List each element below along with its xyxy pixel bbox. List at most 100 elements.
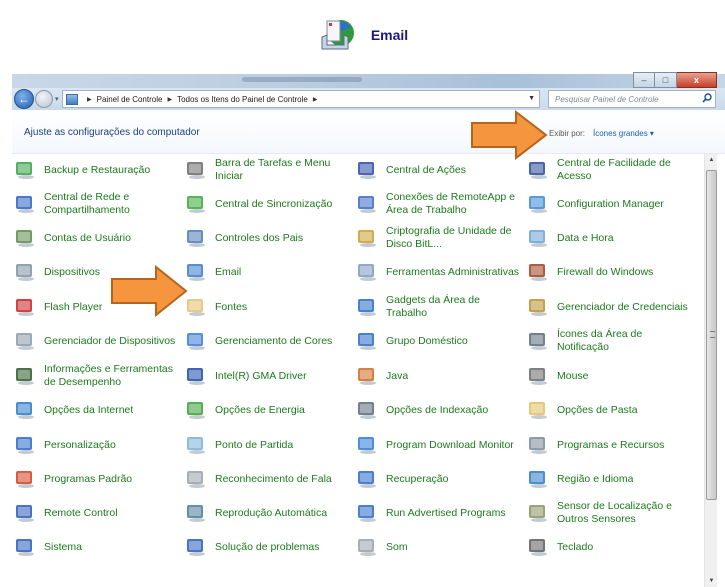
minimize-button[interactable]: – bbox=[633, 72, 655, 88]
chevron-right-icon[interactable]: ▶ bbox=[167, 96, 172, 103]
control-panel-item[interactable]: Opções de Energia bbox=[181, 393, 351, 427]
control-panel-item[interactable]: Controles dos Pais bbox=[181, 221, 351, 255]
control-panel-item[interactable]: Central de Facilidade de Acesso bbox=[523, 153, 693, 187]
control-panel-item[interactable]: Personalização bbox=[10, 428, 180, 462]
breadcrumb-control-panel[interactable]: Painel de Controle bbox=[97, 95, 163, 104]
taskbar-icon bbox=[185, 159, 207, 181]
scroll-down-button[interactable]: ▼ bbox=[705, 575, 718, 587]
control-panel-item-label: Programas e Recursos bbox=[557, 438, 665, 451]
recent-pages-dropdown[interactable]: ▾ bbox=[55, 95, 59, 103]
control-panel-item[interactable]: Backup e Restauração bbox=[10, 153, 180, 187]
control-panel-item[interactable]: Ícones da Área de Notificação bbox=[523, 324, 693, 358]
control-panel-item[interactable]: Recuperação bbox=[352, 462, 522, 496]
control-panel-item[interactable]: Ponto de Partida bbox=[181, 428, 351, 462]
control-panel-item[interactable]: Solução de problemas bbox=[181, 530, 351, 564]
control-panel-item[interactable]: Som bbox=[352, 530, 522, 564]
control-panel-item-label: Java bbox=[386, 369, 409, 382]
heading-title: Email bbox=[370, 27, 409, 43]
control-panel-item[interactable]: Opções de Indexação bbox=[352, 393, 522, 427]
network-icon bbox=[14, 193, 36, 215]
scroll-thumb[interactable] bbox=[706, 170, 717, 500]
control-panel-item[interactable]: Mouse bbox=[523, 359, 693, 393]
control-panel-item[interactable]: Intel(R) GMA Driver bbox=[181, 359, 351, 393]
recovery-icon bbox=[356, 468, 378, 490]
control-panel-item-label: Gerenciador de Dispositivos bbox=[44, 334, 176, 347]
control-panel-item[interactable]: Opções de Pasta bbox=[523, 393, 693, 427]
keyboard-icon bbox=[527, 536, 549, 558]
vertical-scrollbar[interactable]: ▲ ▼ bbox=[704, 154, 717, 587]
control-panel-item[interactable]: Central de Sincronização bbox=[181, 187, 351, 221]
control-panel-item[interactable]: Data e Hora bbox=[523, 221, 693, 255]
control-panel-item-label: Fontes bbox=[215, 300, 248, 313]
control-panel-item[interactable]: Conexões de RemoteApp e Área de Trabalho bbox=[352, 187, 522, 221]
address-dropdown-icon[interactable]: ▼ bbox=[528, 95, 535, 102]
control-panel-item[interactable]: Região e Idioma bbox=[523, 462, 693, 496]
control-panel-item[interactable]: Sistema bbox=[10, 530, 180, 564]
control-panel-item[interactable]: Firewall do Windows bbox=[523, 255, 693, 289]
control-panel-item[interactable]: Java bbox=[352, 359, 522, 393]
chevron-right-icon[interactable]: ▶ bbox=[87, 96, 92, 103]
control-panel-item-label: Backup e Restauração bbox=[44, 163, 151, 176]
control-panel-item[interactable]: Teclado bbox=[523, 530, 693, 564]
control-panel-item-label: Som bbox=[386, 540, 408, 553]
control-panel-item[interactable]: Configuration Manager bbox=[523, 187, 693, 221]
control-panel-item-label: Central de Ações bbox=[386, 163, 466, 176]
maximize-button[interactable]: □ bbox=[655, 72, 677, 88]
control-panel-item[interactable]: Reconhecimento de Fala bbox=[181, 462, 351, 496]
control-panel-item[interactable]: Fontes bbox=[181, 290, 351, 324]
search-icon[interactable] bbox=[702, 93, 712, 103]
internet-options-icon bbox=[14, 399, 36, 421]
system-icon bbox=[14, 536, 36, 558]
control-panel-item-label: Conexões de RemoteApp e Área de Trabalho bbox=[386, 191, 515, 216]
control-panel-item[interactable]: Gerenciador de Credenciais bbox=[523, 290, 693, 324]
control-panel-item-label: Ponto de Partida bbox=[215, 438, 294, 451]
control-panel-item[interactable]: Email bbox=[181, 255, 351, 289]
title-bar[interactable]: – □ x bbox=[12, 72, 725, 88]
control-panel-item[interactable]: Central de Rede e Compartilhamento bbox=[10, 187, 180, 221]
control-panel-item[interactable]: Run Advertised Programs bbox=[352, 496, 522, 530]
fonts-icon bbox=[185, 296, 207, 318]
control-panel-item[interactable]: Gerenciamento de Cores bbox=[181, 324, 351, 358]
backup-icon bbox=[14, 159, 36, 181]
forward-button[interactable] bbox=[35, 90, 53, 108]
control-panel-item[interactable]: Gadgets da Área de Trabalho bbox=[352, 290, 522, 324]
scroll-up-button[interactable]: ▲ bbox=[705, 154, 718, 166]
control-panel-item-label: Opções de Energia bbox=[215, 403, 305, 416]
search-input[interactable]: Pesquisar Painel de Controle bbox=[548, 90, 716, 108]
control-panel-item[interactable]: Informações e Ferramentas de Desempenho bbox=[10, 359, 180, 393]
annotation-arrow-email bbox=[111, 265, 188, 317]
indexing-icon bbox=[356, 399, 378, 421]
control-panel-item[interactable]: Ferramentas Administrativas bbox=[352, 255, 522, 289]
page-title: Ajuste as configurações do computador bbox=[24, 127, 200, 138]
control-panel-item[interactable]: Programas Padrão bbox=[10, 462, 180, 496]
breadcrumb-all-items[interactable]: Todos os Itens do Painel de Controle bbox=[177, 95, 308, 104]
intel-icon bbox=[185, 365, 207, 387]
control-panel-icon bbox=[66, 93, 78, 105]
control-panel-item-label: Ferramentas Administrativas bbox=[386, 265, 520, 278]
control-panel-item[interactable]: Barra de Tarefas e Menu Iniciar bbox=[181, 153, 351, 187]
close-button[interactable]: x bbox=[677, 72, 717, 88]
control-panel-item-label: Central de Facilidade de Acesso bbox=[557, 157, 671, 182]
accessibility-icon bbox=[527, 159, 549, 181]
power-icon bbox=[185, 399, 207, 421]
address-bar[interactable]: ▶ Painel de Controle ▶ Todos os Itens do… bbox=[62, 90, 540, 108]
control-panel-item[interactable]: Criptografia de Unidade de Disco BitL... bbox=[352, 221, 522, 255]
control-panel-item[interactable]: Remote Control bbox=[10, 496, 180, 530]
control-panel-item[interactable]: Program Download Monitor bbox=[352, 428, 522, 462]
control-panel-item[interactable]: Programas e Recursos bbox=[523, 428, 693, 462]
control-panel-item[interactable]: Opções da Internet bbox=[10, 393, 180, 427]
download-monitor-icon bbox=[356, 434, 378, 456]
control-panel-item[interactable]: Contas de Usuário bbox=[10, 221, 180, 255]
chevron-right-icon[interactable]: ▶ bbox=[313, 96, 318, 103]
back-button[interactable]: ← bbox=[14, 89, 34, 109]
control-panel-item[interactable]: Gerenciador de Dispositivos bbox=[10, 324, 180, 358]
toolbar: Ajuste as configurações do computador Ex… bbox=[12, 110, 725, 154]
view-by-dropdown[interactable]: Ícones grandes ▾ bbox=[593, 129, 654, 138]
vault-icon bbox=[527, 296, 549, 318]
clock-icon bbox=[527, 227, 549, 249]
remoteapp-icon bbox=[356, 193, 378, 215]
devices-icon bbox=[14, 261, 36, 283]
control-panel-item[interactable]: Grupo Doméstico bbox=[352, 324, 522, 358]
control-panel-item[interactable]: Sensor de Localização e Outros Sensores bbox=[523, 496, 693, 530]
control-panel-item[interactable]: Reprodução Automática bbox=[181, 496, 351, 530]
